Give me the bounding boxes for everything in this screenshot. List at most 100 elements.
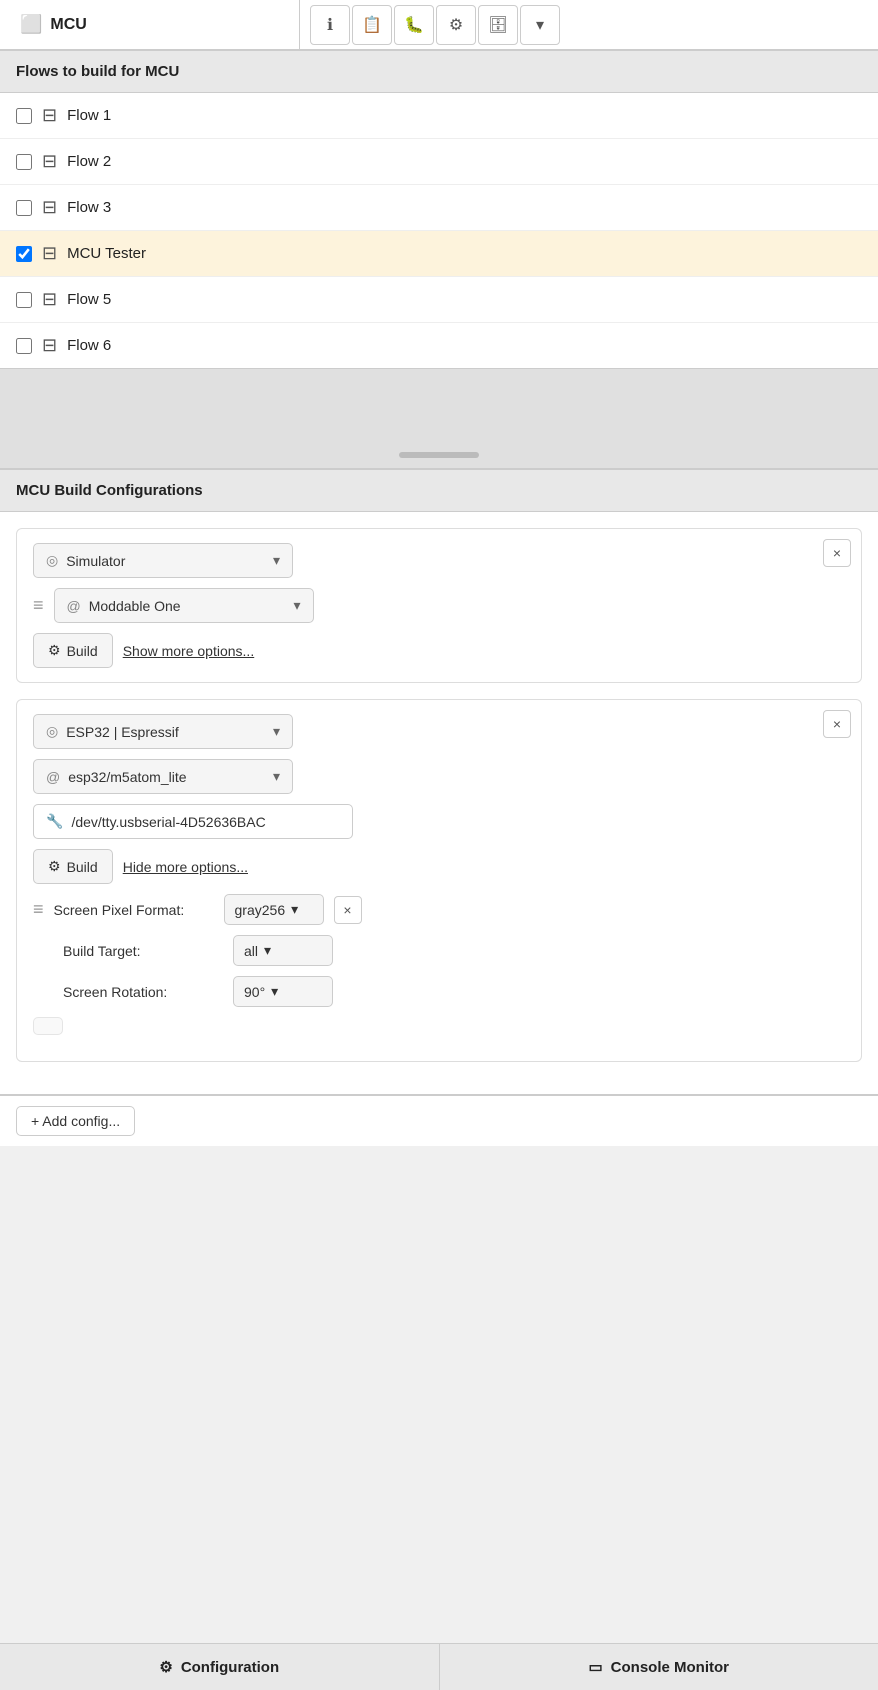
screen-rotation-label: Screen Rotation: <box>63 984 223 1000</box>
partial-button[interactable] <box>33 1017 63 1035</box>
flow-item-2[interactable]: ⊟ Flow 2 <box>0 139 878 185</box>
esp32-label: ESP32 | Espressif <box>66 724 179 740</box>
screen-pixel-format-dropdown[interactable]: gray256 ▾ <box>224 894 324 925</box>
show-more-link-1[interactable]: Show more options... <box>123 643 255 659</box>
simulator-dropdown[interactable]: ◎ Simulator ▾ <box>33 543 293 578</box>
mcu-tester-icon: ⊟ <box>42 243 57 264</box>
target-prefix-icon-2: @ <box>46 769 60 785</box>
screen-rotation-chevron: ▾ <box>271 983 278 1000</box>
hide-more-link-2[interactable]: Hide more options... <box>123 859 248 875</box>
target-chevron-icon-1: ▾ <box>293 597 300 614</box>
close-icon-3: × <box>343 902 351 918</box>
document-button[interactable]: 📋 <box>352 5 392 45</box>
target-dropdown-1[interactable]: @ Moddable One ▾ <box>54 588 314 623</box>
add-config-row: + Add config... <box>0 1095 878 1146</box>
build-target-value: all <box>244 943 258 959</box>
port-input[interactable]: 🔧 /dev/tty.usbserial-4D52636BAC <box>33 804 353 839</box>
add-config-button[interactable]: + Add config... <box>16 1106 135 1136</box>
flow-5-checkbox[interactable] <box>16 292 32 308</box>
info-button[interactable]: ℹ <box>310 5 350 45</box>
flow-2-checkbox[interactable] <box>16 154 32 170</box>
flow-3-name: Flow 3 <box>67 199 111 216</box>
console-monitor-tab[interactable]: ▭ Console Monitor <box>440 1644 878 1690</box>
target-prefix-icon-1: @ <box>67 598 81 614</box>
scroll-indicator <box>399 452 479 458</box>
bottom-bar: ⚙ Configuration ▭ Console Monitor <box>0 1643 878 1690</box>
build-configs-title: MCU Build Configurations <box>16 482 203 499</box>
flow-item-1[interactable]: ⊟ Flow 1 <box>0 93 878 139</box>
flows-section-header: Flows to build for MCU <box>0 50 878 93</box>
screen-rotation-dropdown[interactable]: 90° ▾ <box>233 976 333 1007</box>
bug-button[interactable]: 🐛 <box>394 5 434 45</box>
flow-1-name: Flow 1 <box>67 107 111 124</box>
build-button-2[interactable]: ⚙ Build <box>33 849 113 884</box>
build-gear-icon-1: ⚙ <box>48 642 61 659</box>
flow-1-icon: ⊟ <box>42 105 57 126</box>
flow-item-3[interactable]: ⊟ Flow 3 <box>0 185 878 231</box>
flow-item-mcu-tester[interactable]: ⊟ MCU Tester <box>0 231 878 277</box>
header-title: MCU <box>50 16 86 34</box>
flow-3-icon: ⊟ <box>42 197 57 218</box>
screen-rotation-value: 90° <box>244 984 265 1000</box>
port-value: /dev/tty.usbserial-4D52636BAC <box>71 814 265 830</box>
configuration-tab-label: Configuration <box>181 1659 279 1676</box>
build-label-2: Build <box>67 859 98 875</box>
config-2-drag-handle[interactable]: ≡ <box>33 899 44 920</box>
screen-pixel-format-chevron: ▾ <box>291 901 298 918</box>
port-wrench-icon: 🔧 <box>46 813 63 830</box>
flow-6-icon: ⊟ <box>42 335 57 356</box>
target-chevron-icon-2: ▾ <box>273 768 280 785</box>
build-gear-icon-2: ⚙ <box>48 858 61 875</box>
build-button-1[interactable]: ⚙ Build <box>33 633 113 668</box>
build-target-chevron: ▾ <box>264 942 271 959</box>
flow-5-name: Flow 5 <box>67 291 111 308</box>
flow-2-name: Flow 2 <box>67 153 111 170</box>
console-monitor-tab-label: Console Monitor <box>611 1659 729 1676</box>
mcu-tester-checkbox[interactable] <box>16 246 32 262</box>
close-icon-2: × <box>833 716 841 732</box>
flow-1-checkbox[interactable] <box>16 108 32 124</box>
flows-spacer <box>0 369 878 469</box>
build-target-label: Build Target: <box>63 943 223 959</box>
build-configs-body: × ◎ Simulator ▾ ≡ @ Moddable One ▾ ⚙ Bui… <box>0 512 878 1095</box>
flow-item-5[interactable]: ⊟ Flow 5 <box>0 277 878 323</box>
partial-button-row <box>33 1017 845 1047</box>
screen-pixel-format-close[interactable]: × <box>334 896 362 924</box>
flow-6-name: Flow 6 <box>67 337 111 354</box>
screen-pixel-format-value: gray256 <box>235 902 286 918</box>
configuration-gear-icon: ⚙ <box>159 1658 172 1676</box>
config-2-close-button[interactable]: × <box>823 710 851 738</box>
target-label-1: Moddable One <box>89 598 181 614</box>
config-2-build-row: ⚙ Build Hide more options... <box>33 849 845 884</box>
flow-item-6[interactable]: ⊟ Flow 6 <box>0 323 878 368</box>
flows-list: ⊟ Flow 1 ⊟ Flow 2 ⊟ Flow 3 ⊟ MCU Tester … <box>0 93 878 369</box>
config-1-close-button[interactable]: × <box>823 539 851 567</box>
build-configs-header: MCU Build Configurations <box>0 469 878 512</box>
chevron-down-button[interactable]: ▾ <box>520 5 560 45</box>
esp32-prefix-icon: ◎ <box>46 723 58 740</box>
settings-button[interactable]: ⚙ <box>436 5 476 45</box>
flow-6-checkbox[interactable] <box>16 338 32 354</box>
flow-3-checkbox[interactable] <box>16 200 32 216</box>
flow-5-icon: ⊟ <box>42 289 57 310</box>
build-target-dropdown[interactable]: all ▾ <box>233 935 333 966</box>
extra-options-2: ≡ Screen Pixel Format: gray256 ▾ × Build… <box>33 894 845 1047</box>
build-target-row: Build Target: all ▾ <box>33 935 845 966</box>
screen-pixel-format-row: ≡ Screen Pixel Format: gray256 ▾ × <box>33 894 845 925</box>
screen-pixel-format-label: Screen Pixel Format: <box>54 902 214 918</box>
config-1-target-row: ≡ @ Moddable One ▾ <box>33 588 845 623</box>
configuration-tab[interactable]: ⚙ Configuration <box>0 1644 440 1690</box>
screen-rotation-row: Screen Rotation: 90° ▾ <box>33 976 845 1007</box>
mcu-icon: ⬜ <box>20 14 42 35</box>
header-icon-group: ℹ 📋 🐛 ⚙ 🗄 ▾ <box>300 5 570 45</box>
target-dropdown-2[interactable]: @ esp32/m5atom_lite ▾ <box>33 759 293 794</box>
database-button[interactable]: 🗄 <box>478 5 518 45</box>
target-label-2: esp32/m5atom_lite <box>68 769 186 785</box>
config-card-1: × ◎ Simulator ▾ ≡ @ Moddable One ▾ ⚙ Bui… <box>16 528 862 683</box>
esp32-dropdown[interactable]: ◎ ESP32 | Espressif ▾ <box>33 714 293 749</box>
simulator-label: Simulator <box>66 553 125 569</box>
build-label-1: Build <box>67 643 98 659</box>
config-1-drag-handle[interactable]: ≡ <box>33 595 44 616</box>
config-1-build-row: ⚙ Build Show more options... <box>33 633 845 668</box>
console-monitor-icon: ▭ <box>588 1658 602 1676</box>
